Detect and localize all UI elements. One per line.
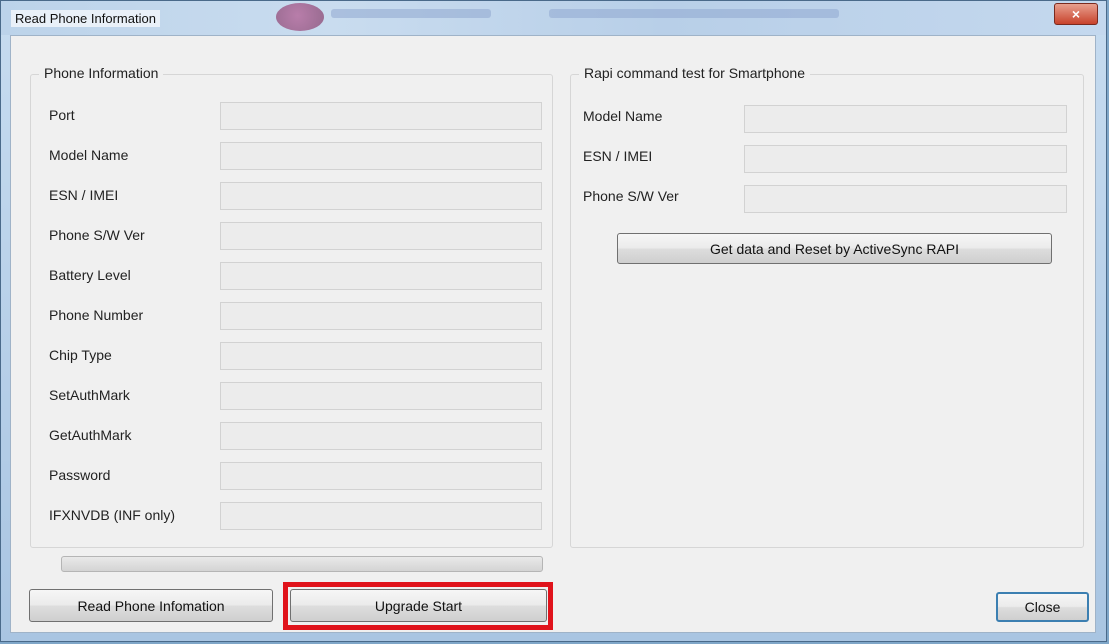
rapi-label-model-name: Model Name: [583, 108, 663, 124]
phone-info-label-phone-number: Phone Number: [49, 307, 144, 323]
window-close-button[interactable]: ×: [1054, 3, 1098, 25]
upgrade-start-highlight: [283, 582, 553, 630]
phone-info-field-phone-s-w-ver[interactable]: [220, 222, 542, 250]
phone-info-label-esn-imei: ESN / IMEI: [49, 187, 119, 203]
phone-info-field-phone-number[interactable]: [220, 302, 542, 330]
title-bar[interactable]: Read Phone Information ×: [1, 1, 1106, 35]
window-title: Read Phone Information: [11, 10, 160, 27]
rapi-label-esn-imei: ESN / IMEI: [583, 148, 653, 164]
rapi-field-model-name[interactable]: [744, 105, 1067, 133]
phone-info-label-getauthmark: GetAuthMark: [49, 427, 132, 443]
get-data-reset-button[interactable]: Get data and Reset by ActiveSync RAPI: [617, 233, 1052, 264]
lg-logo-icon: [276, 3, 324, 31]
phone-info-field-model-name[interactable]: [220, 142, 542, 170]
phone-information-legend: Phone Information: [39, 65, 164, 81]
rapi-label-phone-s-w-ver: Phone S/W Ver: [583, 188, 679, 204]
dialog-window: Read Phone Information × Phone Informati…: [0, 0, 1107, 642]
phone-info-field-ifxnvdb-inf-only[interactable]: [220, 502, 542, 530]
phone-info-field-chip-type[interactable]: [220, 342, 542, 370]
rapi-command-legend: Rapi command test for Smartphone: [579, 65, 810, 81]
phone-info-label-port: Port: [49, 107, 75, 123]
rapi-field-esn-imei[interactable]: [744, 145, 1067, 173]
phone-info-field-port[interactable]: [220, 102, 542, 130]
upgrade-progress-bar: [61, 556, 543, 572]
dialog-client-area: Phone Information Rapi command test for …: [10, 35, 1096, 633]
phone-info-label-phone-s-w-ver: Phone S/W Ver: [49, 227, 145, 243]
phone-info-label-ifxnvdb-inf-only: IFXNVDB (INF only): [49, 507, 176, 523]
phone-info-label-password: Password: [49, 467, 111, 483]
rapi-field-phone-s-w-ver[interactable]: [744, 185, 1067, 213]
phone-info-label-model-name: Model Name: [49, 147, 129, 163]
phone-info-label-chip-type: Chip Type: [49, 347, 112, 363]
phone-info-field-password[interactable]: [220, 462, 542, 490]
read-phone-information-button[interactable]: Read Phone Infomation: [29, 589, 273, 622]
phone-info-field-battery-level[interactable]: [220, 262, 542, 290]
phone-info-field-getauthmark[interactable]: [220, 422, 542, 450]
phone-info-field-esn-imei[interactable]: [220, 182, 542, 210]
phone-info-label-setauthmark: SetAuthMark: [49, 387, 130, 403]
background-blur: [549, 9, 839, 18]
phone-info-field-setauthmark[interactable]: [220, 382, 542, 410]
phone-info-label-battery-level: Battery Level: [49, 267, 131, 283]
background-blur: [331, 9, 491, 18]
close-button[interactable]: Close: [996, 592, 1089, 622]
